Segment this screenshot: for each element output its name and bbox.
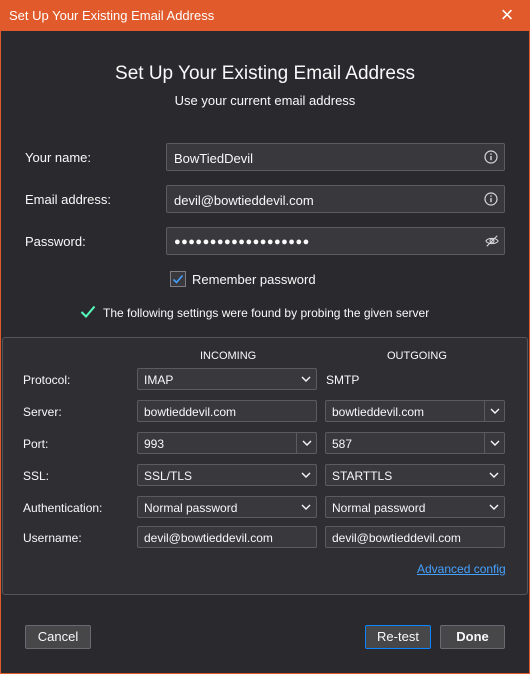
email-value: devil@bowtieddevil.com (174, 193, 314, 208)
outgoing-server-combobox[interactable]: bowtieddevil.com (325, 400, 505, 422)
dialog-subheading: Use your current email address (174, 93, 356, 108)
retest-button[interactable]: Re-test (365, 625, 431, 649)
username-label: Username: (23, 531, 82, 545)
incoming-header: INCOMING (200, 350, 257, 362)
checkmark-icon (80, 305, 96, 318)
password-field[interactable]: ●●●●●●●●●●●●●●●●●●● (166, 227, 505, 255)
email-field[interactable]: devil@bowtieddevil.com (166, 185, 505, 213)
chevron-down-icon[interactable] (296, 433, 316, 453)
incoming-username-value: devil@bowtieddevil.com (144, 531, 273, 545)
incoming-ssl-select[interactable]: SSL/TLS (137, 464, 317, 486)
name-field[interactable]: BowTiedDevil (166, 143, 505, 171)
window-titlebar: Set Up Your Existing Email Address × (0, 0, 530, 31)
chevron-down-icon (296, 465, 316, 485)
eye-slash-icon[interactable] (485, 234, 499, 248)
name-value: BowTiedDevil (174, 151, 253, 166)
status-message: The following settings were found by pro… (103, 306, 430, 320)
incoming-auth-value: Normal password (144, 501, 238, 515)
outgoing-auth-value: Normal password (332, 501, 426, 515)
outgoing-port-value: 587 (332, 437, 353, 451)
incoming-protocol-select[interactable]: IMAP (137, 368, 317, 390)
cancel-button[interactable]: Cancel (25, 625, 91, 649)
chevron-down-icon (296, 497, 316, 517)
ssl-label: SSL: (23, 469, 50, 483)
window-border-left (0, 31, 1, 674)
remember-password-checkbox[interactable] (170, 271, 186, 287)
name-label: Your name: (25, 150, 92, 165)
authentication-label: Authentication: (23, 501, 103, 515)
incoming-port-value: 993 (144, 437, 165, 451)
info-icon[interactable] (484, 192, 498, 206)
advanced-config-link[interactable]: Advanced config (417, 562, 506, 576)
incoming-ssl-value: SSL/TLS (144, 469, 193, 483)
outgoing-ssl-select[interactable]: STARTTLS (325, 464, 505, 486)
done-button[interactable]: Done (440, 625, 505, 649)
incoming-protocol-value: IMAP (144, 373, 174, 387)
checkmark-icon (172, 274, 184, 284)
outgoing-auth-select[interactable]: Normal password (325, 496, 505, 518)
incoming-username-input[interactable]: devil@bowtieddevil.com (137, 526, 317, 548)
incoming-server-input[interactable]: bowtieddevil.com (137, 400, 317, 422)
chevron-down-icon (484, 497, 504, 517)
email-label: Email address: (25, 192, 111, 207)
outgoing-username-value: devil@bowtieddevil.com (332, 531, 461, 545)
password-label: Password: (25, 234, 86, 249)
close-icon[interactable]: × (484, 0, 530, 31)
dialog-heading: Set Up Your Existing Email Address (115, 63, 415, 84)
outgoing-protocol-value: SMTP (326, 373, 360, 387)
incoming-auth-select[interactable]: Normal password (137, 496, 317, 518)
outgoing-username-input[interactable]: devil@bowtieddevil.com (325, 526, 505, 548)
server-label: Server: (23, 405, 62, 419)
outgoing-ssl-value: STARTTLS (332, 469, 393, 483)
remember-password-label[interactable]: Remember password (192, 272, 316, 287)
chevron-down-icon[interactable] (484, 401, 504, 421)
info-icon[interactable] (484, 150, 498, 164)
incoming-port-combobox[interactable]: 993 (137, 432, 317, 454)
port-label: Port: (23, 437, 49, 451)
chevron-down-icon (484, 465, 504, 485)
outgoing-server-value: bowtieddevil.com (332, 405, 425, 419)
chevron-down-icon (296, 369, 316, 389)
outgoing-port-combobox[interactable]: 587 (325, 432, 505, 454)
incoming-server-value: bowtieddevil.com (144, 405, 237, 419)
protocol-label: Protocol: (23, 373, 71, 387)
chevron-down-icon[interactable] (484, 433, 504, 453)
outgoing-header: OUTGOING (387, 350, 447, 362)
password-value: ●●●●●●●●●●●●●●●●●●● (174, 236, 310, 248)
window-title: Set Up Your Existing Email Address (9, 8, 215, 23)
